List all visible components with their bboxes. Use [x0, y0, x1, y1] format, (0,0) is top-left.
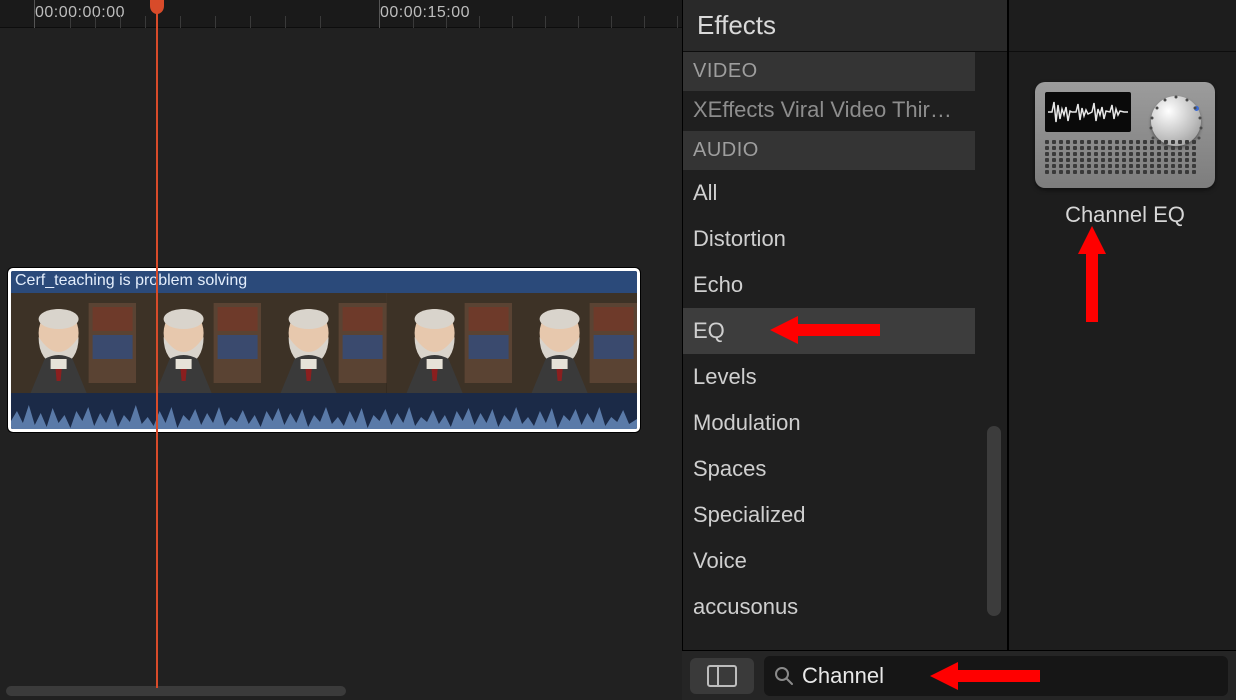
effects-category-item[interactable]: Echo	[683, 262, 975, 308]
effects-category-item[interactable]: All	[683, 170, 975, 216]
effects-category-item[interactable]: Distortion	[683, 216, 975, 262]
effects-section-header: AUDIO	[683, 131, 975, 170]
timeline-clip[interactable]: Cerf_teaching is problem solving	[8, 268, 640, 432]
effects-category-item[interactable]: Levels	[683, 354, 975, 400]
clip-thumbnail	[387, 293, 512, 393]
time-ruler[interactable]: 00:00:00:00 00:00:15:00	[0, 0, 682, 28]
effects-category-item[interactable]: Spaces	[683, 446, 975, 492]
effects-category-item[interactable]: EQ	[683, 308, 975, 354]
timeline-panel: 00:00:00:00 00:00:15:00 Cerf_teaching is …	[0, 0, 682, 700]
effect-preview-card[interactable]: Channel EQ	[1035, 82, 1215, 228]
search-icon	[774, 666, 794, 686]
clip-thumbnail	[136, 293, 261, 393]
effects-category-item[interactable]: accusonus	[683, 584, 975, 630]
eq-waveform-icon	[1045, 92, 1131, 132]
effects-section-header: VIDEO	[683, 52, 975, 91]
effects-category-item[interactable]: Specialized	[683, 492, 975, 538]
timeline-horizontal-scrollbar[interactable]	[6, 686, 346, 696]
clip-thumbnail	[512, 293, 637, 393]
clip-thumbnail	[11, 293, 136, 393]
effects-category-item[interactable]: XEffects Viral Video Thir…	[683, 91, 975, 131]
effects-browser-panel: Effects VIDEOXEffects Viral Video Thir…A…	[682, 0, 1008, 700]
effects-header: Effects	[683, 0, 1007, 52]
preview-body: Channel EQ	[1009, 52, 1236, 700]
clip-audio-waveform	[11, 393, 637, 432]
speaker-grille-icon	[1045, 140, 1205, 178]
timecode-label: 00:00:00:00	[35, 4, 125, 22]
effects-category-list[interactable]: VIDEOXEffects Viral Video Thir…AUDIOAllD…	[683, 52, 1007, 700]
clip-thumbnail	[261, 293, 386, 393]
effects-category-item[interactable]: Voice	[683, 538, 975, 584]
app-root: 00:00:00:00 00:00:15:00 Cerf_teaching is …	[0, 0, 1236, 700]
effect-thumbnail[interactable]	[1035, 82, 1215, 188]
timeline-body[interactable]: Cerf_teaching is problem solving	[0, 28, 682, 700]
layout-icon	[707, 665, 737, 687]
effects-scrollbar[interactable]	[987, 426, 1001, 616]
effects-search-input[interactable]	[802, 663, 1218, 689]
clip-thumbnails	[11, 293, 637, 393]
timecode-label: 00:00:15:00	[380, 4, 470, 22]
playhead[interactable]	[156, 0, 158, 688]
effects-bottom-bar	[682, 650, 1236, 700]
effect-preview-label: Channel EQ	[1035, 202, 1215, 228]
effects-preview-panel: Channel EQ	[1008, 0, 1236, 700]
effects-category-item[interactable]: Modulation	[683, 400, 975, 446]
clip-title: Cerf_teaching is problem solving	[11, 271, 637, 293]
view-mode-toggle[interactable]	[690, 658, 754, 694]
preview-header	[1009, 0, 1236, 52]
effects-search-field[interactable]	[764, 656, 1228, 696]
